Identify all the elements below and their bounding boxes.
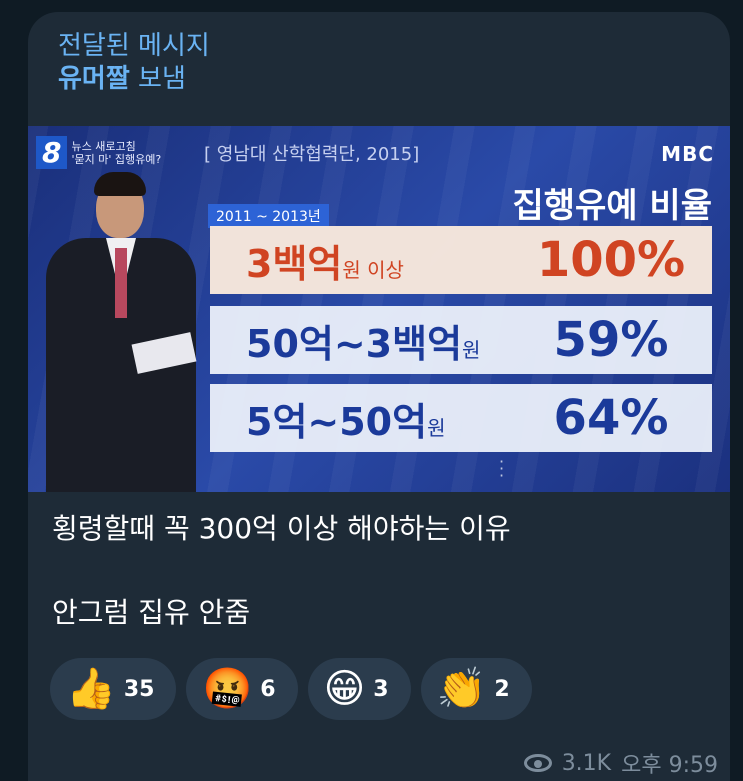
period-label: 2011 ~ 2013년 xyxy=(208,204,329,228)
reaction-count: 6 xyxy=(260,676,276,702)
forward-source-link[interactable]: 유머짤 xyxy=(58,64,130,94)
news-badge: 8 뉴스 새로고침 '묻지 마' 집행유예? xyxy=(36,136,161,169)
message-time: 오후 9:59 xyxy=(621,753,718,778)
reaction-thumbs-up[interactable]: 👍 35 xyxy=(50,658,177,720)
broadcaster-logo: MBC xyxy=(661,142,714,166)
unit-label: 원 xyxy=(462,337,481,362)
caption-line-2: 안그럼 집유 안줌 xyxy=(52,596,251,629)
more-dots-icon: · · · xyxy=(499,452,505,485)
rate-row: 50억~3백억원 59% xyxy=(210,306,712,374)
amount-label: 5억~50억 xyxy=(246,399,428,444)
caption-line-1: 횡령할때 꼭 300억 이상 해야하는 이유 xyxy=(52,512,511,545)
unit-label: 원 이상 xyxy=(342,257,404,282)
view-count: 3.1K xyxy=(561,750,612,776)
news-number: 8 xyxy=(36,136,68,169)
reaction-clap[interactable]: 👏 2 xyxy=(420,658,532,720)
rate-row: 3백억원 이상 100% xyxy=(210,226,712,294)
unit-label: 원 xyxy=(427,415,446,440)
eye-icon xyxy=(523,754,552,772)
forward-action-label: 보냄 xyxy=(138,64,186,94)
rate-row: 5억~50억원 64% xyxy=(210,384,712,452)
grinning-face-icon: 😁 xyxy=(323,666,366,712)
thumbs-up-icon: 👍 xyxy=(66,666,116,712)
news-presenter xyxy=(46,168,197,492)
clapping-hands-icon: 👏 xyxy=(436,666,487,712)
source-label: [ 영남대 산학협력단, 2015] xyxy=(204,144,420,165)
forward-label: 전달된 메시지 xyxy=(58,31,210,61)
reaction-count: 35 xyxy=(123,676,155,702)
news-headline: '묻지 마' 집행유예? xyxy=(71,152,162,166)
percent-value: 100% xyxy=(536,232,686,288)
amount-label: 3백억 xyxy=(246,241,343,286)
reaction-grin[interactable]: 😁 3 xyxy=(307,658,411,720)
message-bubble[interactable]: 전달된 메시지 유머짤 보냄 8 뉴스 새로고침 '묻지 마' 집행유예? [ … xyxy=(28,12,730,781)
message-text: 횡령할때 꼭 300억 이상 해야하는 이유 안그럼 집유 안줌 xyxy=(52,508,511,634)
reactions-bar: 👍 35 🤬 6 😁 3 👏 2 xyxy=(50,658,532,720)
percent-value: 59% xyxy=(553,312,669,368)
percent-value: 64% xyxy=(553,390,669,446)
forward-header: 전달된 메시지 유머짤 보냄 xyxy=(58,30,210,96)
news-program: 뉴스 새로고침 xyxy=(71,139,136,153)
reaction-angry[interactable]: 🤬 6 xyxy=(186,658,298,720)
chart-title: 집행유예 비율 xyxy=(512,186,712,226)
angry-cursing-face-icon: 🤬 xyxy=(202,666,253,712)
message-meta: 3.1K 오후 9:59 xyxy=(523,747,718,779)
reaction-count: 2 xyxy=(494,676,510,702)
reaction-count: 3 xyxy=(373,676,389,702)
news-image[interactable]: 8 뉴스 새로고침 '묻지 마' 집행유예? [ 영남대 산학협력단, 2015… xyxy=(28,126,730,492)
amount-label: 50억~3백억 xyxy=(246,321,463,366)
